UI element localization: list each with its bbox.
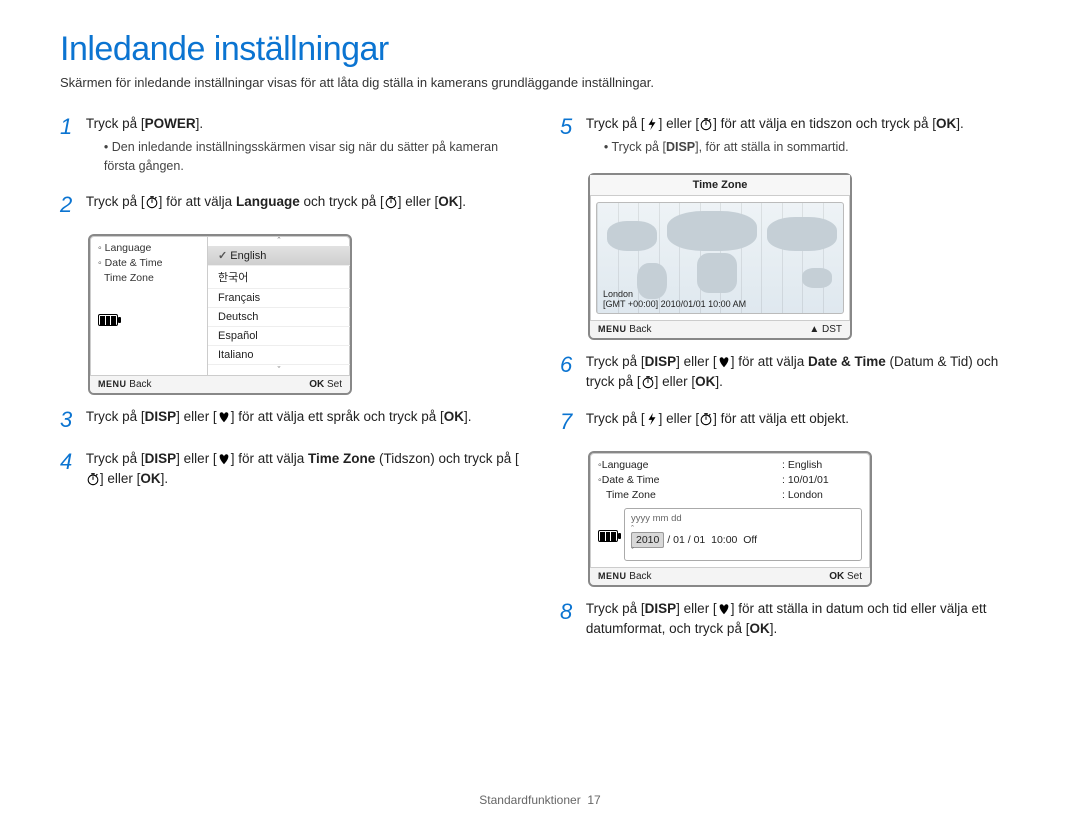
scroll-down-icon: ˇ	[208, 365, 350, 375]
lang-option-korean[interactable]: 한국어	[208, 266, 350, 289]
macro-icon	[217, 452, 231, 466]
page-footer: Standardfunktioner 17	[0, 793, 1080, 807]
page-title: Inledande inställningar	[60, 30, 1020, 69]
timezone-screenshot: Time Zone London [GMT +00:00] 2010/01/01…	[588, 173, 852, 340]
battery-icon	[598, 530, 618, 542]
step-5-bullet: Tryck på [DISP], för att ställa in somma…	[604, 138, 1020, 157]
step-3: 3 Tryck på [DISP] eller [] för att välja…	[60, 407, 520, 433]
lang-option-french[interactable]: Français	[208, 289, 350, 308]
flash-icon	[645, 412, 659, 426]
macro-icon	[217, 410, 231, 424]
timer-icon	[641, 375, 655, 389]
scroll-up-icon: ˆ	[208, 236, 350, 246]
timer-icon	[86, 472, 100, 486]
left-column: 1 Tryck på [POWER]. Den inledande instäl…	[60, 114, 520, 655]
step-5: 5 Tryck på [] eller [] för att välja en …	[560, 114, 1020, 157]
flash-icon	[645, 117, 659, 131]
step-number: 1	[60, 114, 82, 140]
timer-icon	[699, 117, 713, 131]
page-subtitle: Skärmen för inledande inställningar visa…	[60, 75, 1020, 90]
step-7: 7 Tryck på [] eller [] för att välja ett…	[560, 409, 1020, 435]
datetime-screenshot: ◦ Language: English ◦ Date & Time: 10/01…	[588, 451, 872, 587]
timer-icon	[145, 195, 159, 209]
macro-icon	[717, 602, 731, 616]
step-1-bullet: Den inledande inställningsskärmen visar …	[104, 138, 520, 176]
lang-option-german[interactable]: Deutsch	[208, 308, 350, 327]
year-field[interactable]: 2010	[631, 532, 664, 548]
timer-icon	[699, 412, 713, 426]
world-map: London [GMT +00:00] 2010/01/01 10:00 AM	[596, 202, 844, 314]
step-4: 4 Tryck på [DISP] eller [] för att välja…	[60, 449, 520, 490]
step-1: 1 Tryck på [POWER]. Den inledande instäl…	[60, 114, 520, 176]
step-8: 8 Tryck på [DISP] eller [] för att ställ…	[560, 599, 1020, 640]
lang-option-english[interactable]: English	[208, 246, 350, 266]
lang-option-spanish[interactable]: Español	[208, 327, 350, 346]
macro-icon	[717, 355, 731, 369]
step-2: 2 Tryck på [] för att välja Language och…	[60, 192, 520, 218]
power-button-label: POWER	[145, 116, 196, 131]
step-6: 6 Tryck på [DISP] eller [] för att välja…	[560, 352, 1020, 393]
right-column: 5 Tryck på [] eller [] för att välja en …	[560, 114, 1020, 655]
battery-icon	[98, 314, 118, 326]
language-screenshot: ◦ Language ◦ Date & Time Time Zone ˆ Eng…	[88, 234, 352, 395]
lang-option-italian[interactable]: Italiano	[208, 346, 350, 365]
timer-icon	[384, 195, 398, 209]
